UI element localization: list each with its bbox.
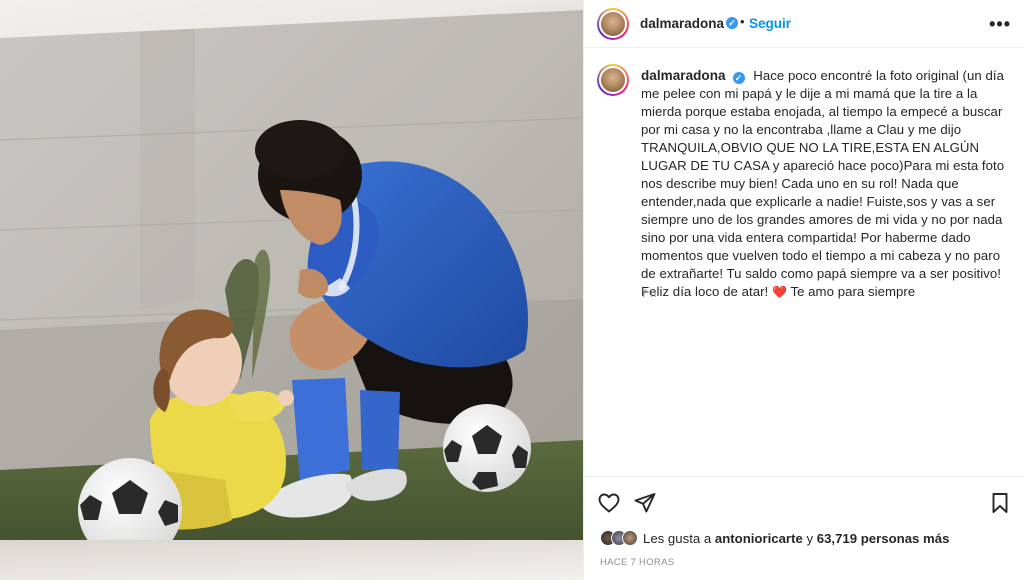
caption-body: dalmaradona ✓ Hace poco encontré la foto …	[641, 67, 1009, 301]
caption-tail: Te amo para siempre	[790, 284, 916, 299]
caption-username[interactable]: dalmaradona	[641, 68, 726, 83]
post-header: dalmaradona ✓ • Seguir •••	[584, 0, 1024, 48]
post-photo[interactable]	[0, 0, 583, 580]
caption-comment: dalmaradona ✓ Hace poco encontré la foto …	[584, 48, 1024, 476]
red-heart-icon: ❤️	[771, 285, 787, 299]
caption-avatar[interactable]	[597, 64, 629, 96]
author-username[interactable]: dalmaradona	[640, 16, 724, 31]
send-icon[interactable]	[633, 491, 657, 515]
follow-button[interactable]: Seguir	[749, 16, 791, 31]
more-dots-icon[interactable]: •••	[989, 14, 1011, 35]
likes-summary[interactable]: Les gusta a antonioricarte y 63,719 pers…	[600, 528, 949, 548]
post-actions: Les gusta a antonioricarte y 63,719 pers…	[584, 476, 1024, 580]
likes-text: Les gusta a antonioricarte y 63,719 pers…	[643, 531, 949, 546]
likes-prefix: Les gusta a	[643, 530, 712, 546]
likes-conjunction: y	[806, 530, 814, 546]
post-image	[0, 10, 583, 578]
likes-count[interactable]: 63,719 personas más	[817, 531, 950, 546]
heart-outline-icon[interactable]	[597, 491, 621, 515]
liker-avatar	[622, 530, 638, 546]
liker-username[interactable]: antonioricarte	[715, 531, 803, 546]
bookmark-icon[interactable]	[988, 491, 1012, 515]
caption-time[interactable]: 7 h	[641, 288, 656, 300]
caption-verified-badge-icon: ✓	[732, 72, 745, 84]
post-timestamp[interactable]: HACE 7 HORAS	[600, 557, 674, 568]
post-details-panel: dalmaradona ✓ • Seguir ••• dalmaradona ✓ …	[583, 0, 1024, 580]
verified-badge-icon: ✓	[726, 17, 738, 29]
caption-text: Hace poco encontré la foto original (un …	[641, 68, 1005, 299]
photo-frame-bottom	[0, 540, 583, 580]
header-separator: •	[740, 14, 745, 29]
author-avatar[interactable]	[597, 8, 629, 40]
